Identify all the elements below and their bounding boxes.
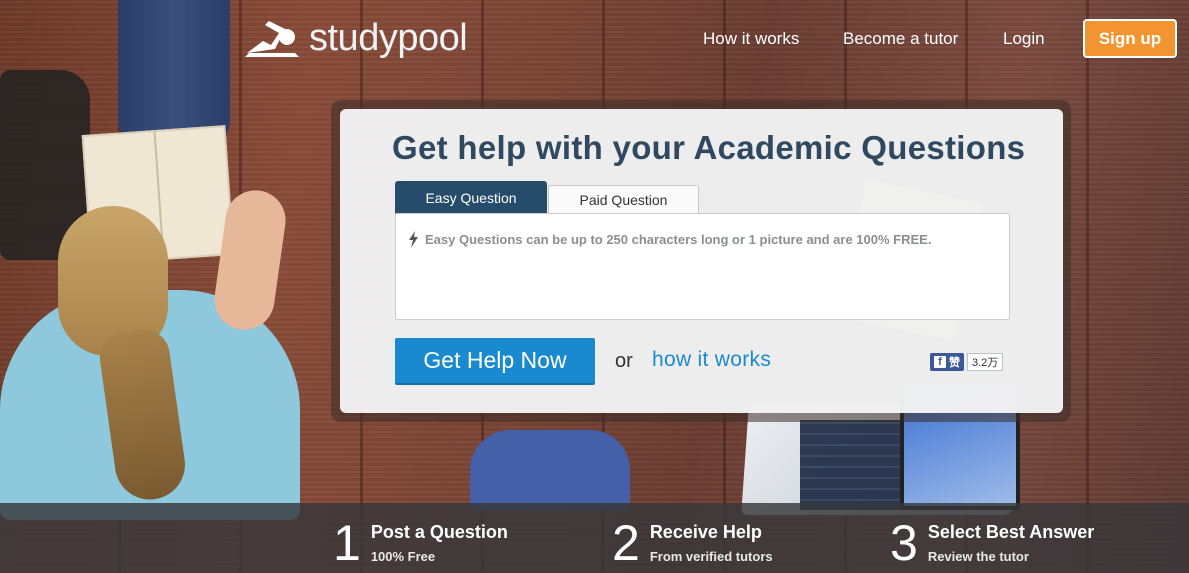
lightning-icon bbox=[409, 231, 418, 248]
second-person-decoration bbox=[470, 430, 630, 510]
step-number: 1 bbox=[333, 515, 361, 571]
card-title: Get help with your Academic Questions bbox=[392, 129, 1026, 166]
facebook-like-label: 赞 bbox=[949, 357, 960, 369]
tab-easy-question[interactable]: Easy Question bbox=[395, 181, 547, 214]
question-hint-text: Easy Questions can be up to 250 characte… bbox=[425, 232, 932, 247]
step-title: Select Best Answer bbox=[927, 522, 1095, 542]
nav-how-it-works[interactable]: How it works bbox=[703, 29, 799, 49]
tab-paid-question[interactable]: Paid Question bbox=[548, 185, 699, 214]
jeans-decoration bbox=[118, 0, 230, 150]
nav-login[interactable]: Login bbox=[1003, 29, 1045, 49]
step-receive-help: 2 Receive Help From verified tutors bbox=[612, 515, 773, 571]
step-select-answer: 3 Select Best Answer Review the tutor bbox=[890, 515, 1094, 571]
nav-become-tutor[interactable]: Become a tutor bbox=[843, 29, 958, 49]
question-input[interactable]: Easy Questions can be up to 250 characte… bbox=[395, 213, 1010, 320]
student-decoration bbox=[0, 290, 300, 520]
book-decoration bbox=[81, 125, 235, 265]
steps-bar: 1 Post a Question 100% Free 2 Receive He… bbox=[0, 503, 1189, 573]
question-hint: Easy Questions can be up to 250 characte… bbox=[408, 231, 931, 248]
backpack-decoration bbox=[0, 70, 90, 260]
step-number: 3 bbox=[890, 515, 918, 571]
step-number: 2 bbox=[612, 515, 640, 571]
facebook-like[interactable]: f 赞 3.2万 bbox=[930, 353, 1004, 371]
step-subtitle: 100% Free bbox=[370, 549, 436, 564]
get-help-now-button[interactable]: Get Help Now bbox=[395, 338, 595, 385]
keyboard-decoration bbox=[800, 420, 910, 510]
step-subtitle: From verified tutors bbox=[649, 549, 773, 564]
facebook-icon: f bbox=[934, 356, 946, 368]
facebook-like-button[interactable]: f 赞 bbox=[930, 353, 964, 371]
swimmer-logo-icon bbox=[245, 20, 299, 57]
question-card: Get help with your Academic Questions Ea… bbox=[340, 109, 1063, 413]
step-title: Receive Help bbox=[649, 522, 762, 542]
signup-button[interactable]: Sign up bbox=[1083, 19, 1177, 58]
step-post-question: 1 Post a Question 100% Free bbox=[333, 515, 508, 571]
student-head-decoration bbox=[58, 206, 168, 356]
how-it-works-link[interactable]: how it works bbox=[652, 348, 771, 372]
facebook-like-count: 3.2万 bbox=[967, 353, 1004, 371]
or-text: or bbox=[615, 350, 633, 372]
logo-text: studypool bbox=[309, 17, 468, 59]
arm-decoration bbox=[210, 186, 290, 334]
ponytail-decoration bbox=[96, 325, 190, 505]
step-subtitle: Review the tutor bbox=[927, 549, 1029, 564]
studypool-logo[interactable]: studypool bbox=[245, 17, 468, 60]
step-title: Post a Question bbox=[370, 522, 508, 542]
